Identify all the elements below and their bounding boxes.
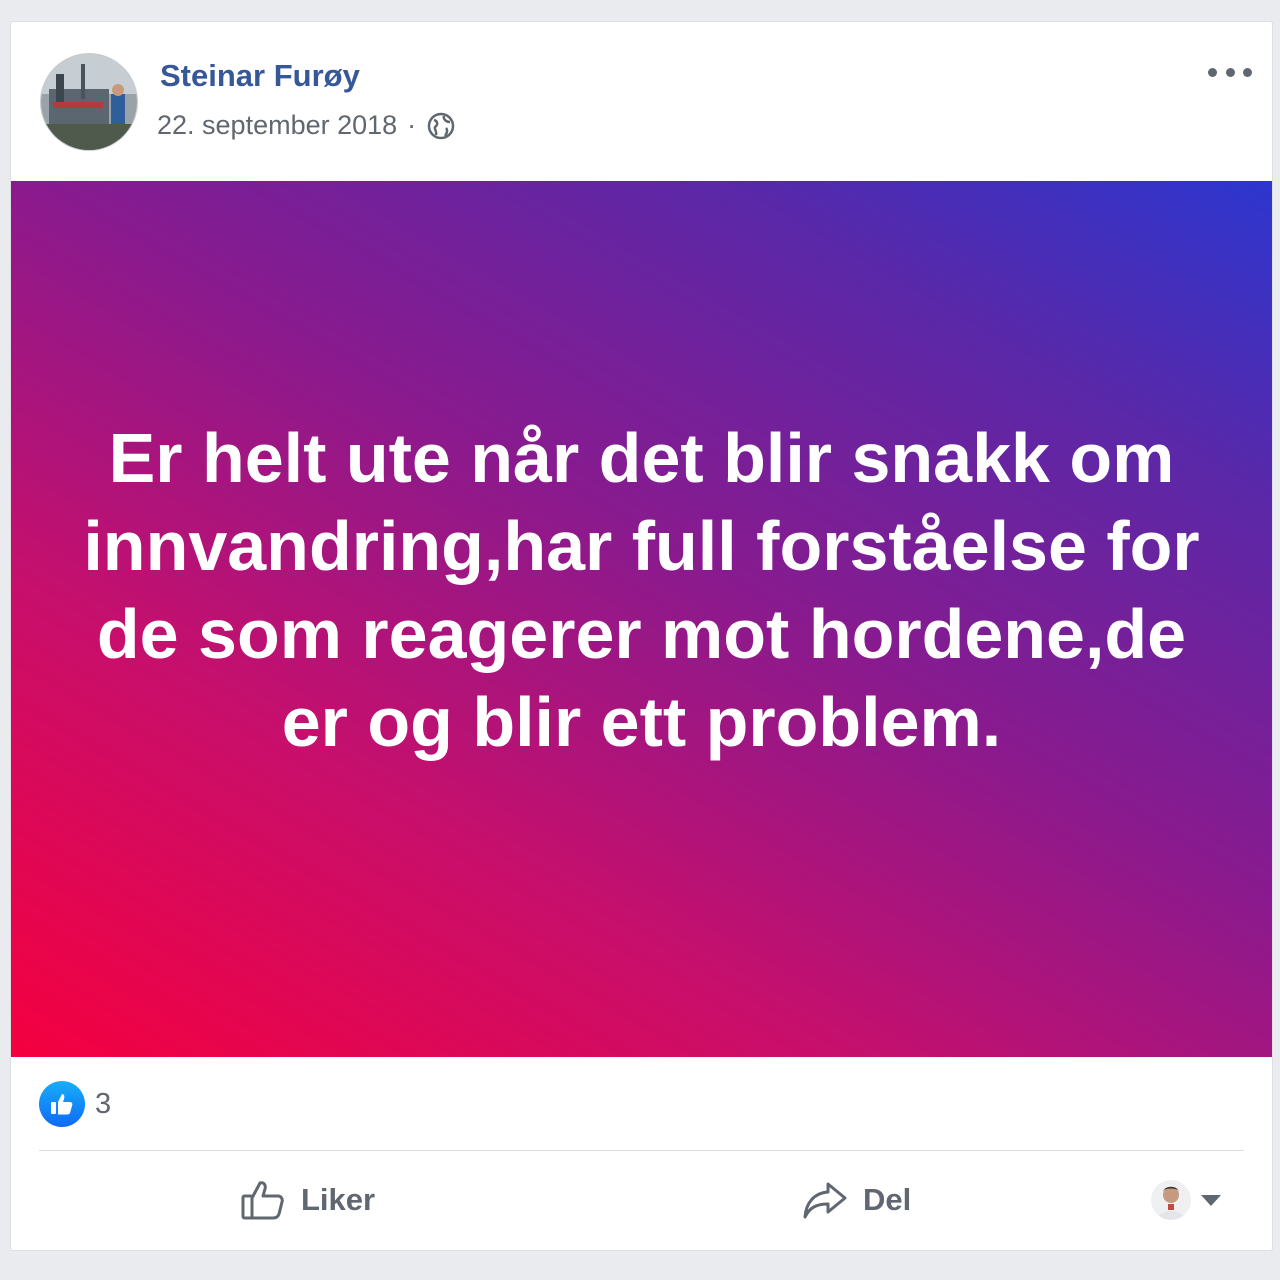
post-text: Er helt ute når det blir snakk om innvan… (83, 419, 1200, 761)
thumbs-up-icon (239, 1176, 287, 1224)
audience-selector[interactable] (1151, 1180, 1221, 1220)
share-label: Del (863, 1182, 912, 1217)
like-button[interactable]: Liker (239, 1174, 375, 1226)
user-avatar (1151, 1180, 1191, 1220)
author-avatar-image (41, 54, 137, 150)
more-options-icon[interactable] (1208, 60, 1252, 84)
globe-icon[interactable] (426, 111, 456, 141)
post-background: Er helt ute når det blir snakk om innvan… (11, 181, 1272, 1057)
post-header: Steinar Furøy 22. september 2018 · (11, 22, 1272, 181)
author-avatar[interactable] (40, 53, 138, 151)
post-card: Steinar Furøy 22. september 2018 · Er he… (10, 21, 1273, 1251)
share-button[interactable]: Del (801, 1174, 911, 1226)
like-reaction-icon (39, 1081, 85, 1127)
action-bar: Liker Del (11, 1152, 1272, 1250)
author-name[interactable]: Steinar Furøy (160, 58, 360, 94)
like-label: Liker (301, 1182, 376, 1217)
post-date[interactable]: 22. september 2018 (157, 110, 397, 141)
chevron-down-icon (1201, 1194, 1221, 1206)
share-arrow-icon (801, 1176, 849, 1224)
reaction-count: 3 (95, 1087, 112, 1120)
meta-separator: · (407, 110, 417, 140)
post-meta: 22. september 2018 · (157, 110, 456, 141)
divider (39, 1150, 1244, 1151)
reactions-summary[interactable]: 3 (39, 1080, 111, 1128)
